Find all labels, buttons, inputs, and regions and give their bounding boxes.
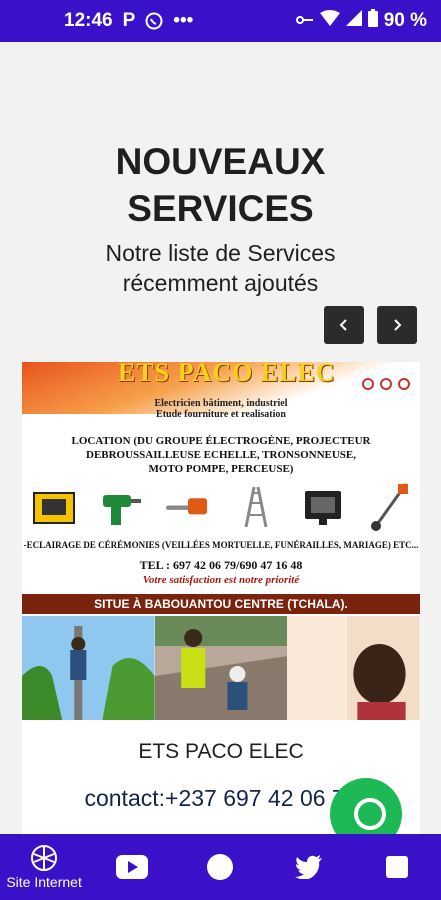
battery-level: 90 % (383, 10, 427, 31)
tab-youtube[interactable] (88, 834, 176, 900)
key-icon (295, 10, 314, 32)
flyer-location-list: LOCATION (DU GROUPE ÉLECTROGÈNE, PROJECT… (71, 435, 371, 475)
parking-icon: P (122, 10, 136, 31)
service-title: ETS PACO ELEC (138, 740, 304, 763)
photo-portrait (287, 616, 420, 720)
carousel-next-button[interactable] (377, 306, 417, 344)
generator-icon (32, 485, 76, 529)
globe-icon (31, 845, 58, 871)
flyer-location-bar: SITUE À BABOUANTOU CENTRE (TCHALA). (22, 594, 420, 614)
chevron-left-icon (339, 319, 347, 331)
flyer-motto: Votre satisfaction est notre priorité (142, 574, 300, 586)
more-dots-icon: ••• (173, 10, 194, 31)
chainsaw-icon (166, 485, 210, 529)
square-icon (385, 856, 408, 878)
youtube-icon (116, 855, 149, 879)
flyer-brand: ETS PACO ELEC (118, 362, 336, 387)
wifi-icon (319, 10, 340, 32)
flyer-photos (22, 616, 420, 720)
signal-icon (345, 10, 362, 32)
flyer-lighting: -ECLAIRAGE DE CÉRÉMONIES (VEILLÉES MORTU… (23, 540, 419, 550)
section-title: NOUVEAUX SERVICES (115, 141, 326, 229)
battery-icon (367, 9, 378, 33)
photo-pole (22, 616, 155, 720)
flyer-decor-icon (362, 378, 410, 390)
tab-twitter[interactable] (265, 834, 353, 900)
whatsapp-icon (145, 12, 163, 30)
tab-site-internet[interactable]: Site Internet (0, 834, 88, 900)
carousel-prev-button[interactable] (324, 306, 364, 344)
services-page: NOUVEAUX SERVICES Notre liste de Service… (0, 42, 441, 834)
status-time: 12:46 (64, 10, 113, 31)
flyer-subtitle: Electricien bâtiment, industriel Etude f… (154, 398, 288, 420)
twitter-icon (294, 855, 322, 879)
status-bar: 12:46 P ••• 90 % (0, 0, 441, 42)
section-subtitle: Notre liste de Services récemment ajouté… (105, 240, 336, 296)
flyer-tools-row (32, 480, 412, 534)
circle-icon (207, 854, 234, 880)
tab-circle[interactable] (176, 834, 264, 900)
tab-square[interactable] (353, 834, 441, 900)
ladder-icon (234, 485, 278, 529)
photo-workers (154, 616, 288, 720)
chevron-right-icon (394, 319, 402, 331)
service-card[interactable]: ETS PACO ELEC Electricien bâtiment, indu… (22, 362, 420, 834)
flyer-tel: TEL : 697 42 06 79/690 47 16 48 (139, 558, 303, 572)
tab-label: Site Internet (6, 874, 82, 890)
bottom-nav: Site Internet (0, 834, 441, 900)
floodlight-icon (301, 485, 345, 529)
brushcutter-icon (368, 483, 412, 531)
drill-icon (99, 485, 143, 529)
service-flyer-image: ETS PACO ELEC Electricien bâtiment, indu… (22, 362, 420, 720)
